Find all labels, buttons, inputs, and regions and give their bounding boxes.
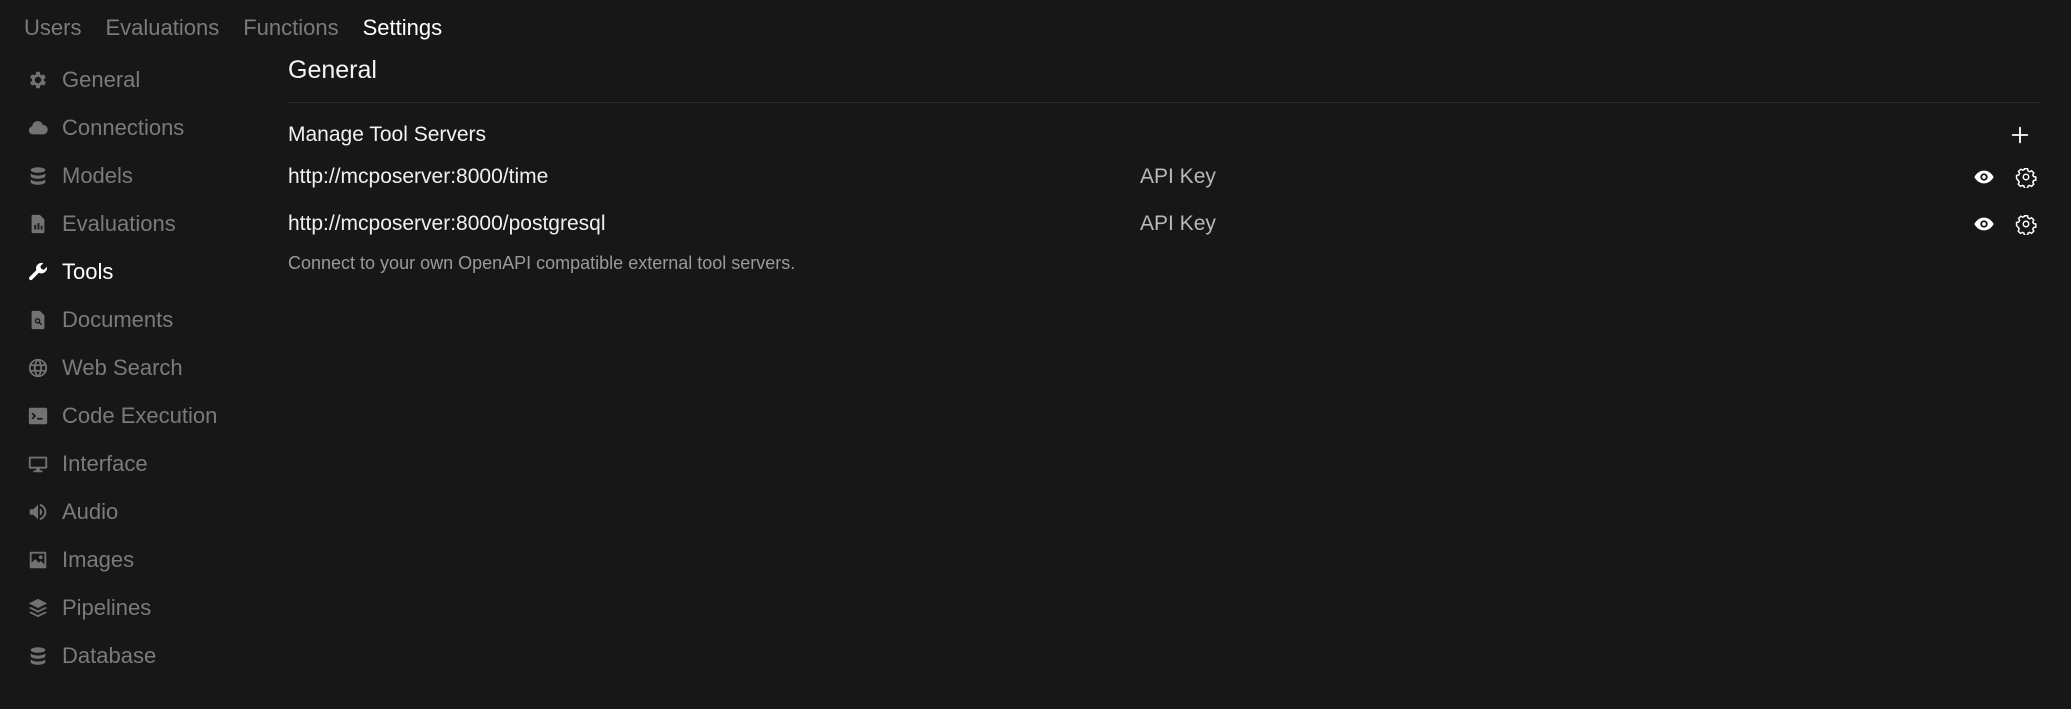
tool-server-row: http://mcposerver:8000/time API Key <box>288 153 2040 200</box>
toggle-key-visibility-button[interactable] <box>1970 210 1998 238</box>
gear-icon <box>2015 214 2037 235</box>
sidebar-item-tools[interactable]: Tools <box>26 248 256 296</box>
settings-sidebar: General Connections Models Evaluations T <box>26 56 256 680</box>
sidebar-item-label: Tools <box>62 259 114 284</box>
manage-tool-servers-header: Manage Tool Servers <box>288 117 2040 153</box>
stack-icon <box>26 164 50 188</box>
speaker-icon <box>26 500 50 524</box>
database-icon <box>26 644 50 668</box>
sidebar-item-database[interactable]: Database <box>26 632 256 680</box>
sidebar-item-label: Interface <box>62 451 148 476</box>
tool-server-settings-button[interactable] <box>2012 163 2040 191</box>
tab-users[interactable]: Users <box>24 12 81 44</box>
sidebar-item-label: Audio <box>62 499 119 524</box>
sidebar-item-label: Models <box>62 163 133 188</box>
sidebar-item-label: Code Execution <box>62 403 218 428</box>
sidebar-item-documents[interactable]: Documents <box>26 296 256 344</box>
monitor-icon <box>26 452 50 476</box>
tool-server-url[interactable]: http://mcposerver:8000/time <box>288 165 1140 189</box>
sidebar-item-label: Connections <box>62 115 185 140</box>
admin-settings-page: Users Evaluations Functions Settings Gen… <box>0 0 2071 709</box>
eye-icon <box>1974 217 1994 230</box>
sidebar-item-label: Pipelines <box>62 595 152 620</box>
tool-servers-help-text: Connect to your own OpenAPI compatible e… <box>288 253 796 273</box>
document-chart-icon <box>26 212 50 236</box>
eye-icon <box>1974 170 1994 183</box>
sidebar-item-label: Documents <box>62 307 174 332</box>
manage-tool-servers-title: Manage Tool Servers <box>288 123 487 146</box>
wrench-icon <box>26 260 50 284</box>
sidebar-item-label: General <box>62 67 141 92</box>
gear-icon <box>2015 167 2037 188</box>
sidebar-item-label: Database <box>62 643 157 668</box>
section-divider <box>288 102 2040 103</box>
sidebar-item-code-execution[interactable]: Code Execution <box>26 392 256 440</box>
tool-server-api-key[interactable]: API Key <box>1140 212 1216 236</box>
sidebar-item-label: Evaluations <box>62 211 176 236</box>
sidebar-item-evaluations[interactable]: Evaluations <box>26 200 256 248</box>
add-tool-server-button[interactable] <box>2006 121 2034 149</box>
sidebar-item-label: Images <box>62 547 135 572</box>
sidebar-item-models[interactable]: Models <box>26 152 256 200</box>
tab-functions[interactable]: Functions <box>243 12 338 44</box>
plus-icon <box>2011 126 2029 144</box>
sidebar-item-audio[interactable]: Audio <box>26 488 256 536</box>
globe-icon <box>26 356 50 380</box>
tool-server-settings-button[interactable] <box>2012 210 2040 238</box>
sidebar-item-label: Web Search <box>62 355 183 380</box>
sidebar-item-pipelines[interactable]: Pipelines <box>26 584 256 632</box>
sidebar-item-images[interactable]: Images <box>26 536 256 584</box>
cloud-icon <box>26 116 50 140</box>
toggle-key-visibility-button[interactable] <box>1970 163 1998 191</box>
sidebar-item-general[interactable]: General <box>26 56 256 104</box>
tool-server-actions <box>1970 153 2040 200</box>
tool-server-row: http://mcposerver:8000/postgresql API Ke… <box>288 200 2040 247</box>
sidebar-item-web-search[interactable]: Web Search <box>26 344 256 392</box>
sidebar-item-interface[interactable]: Interface <box>26 440 256 488</box>
gear-icon <box>26 68 50 92</box>
tab-settings[interactable]: Settings <box>363 12 443 44</box>
layers-icon <box>26 596 50 620</box>
tool-server-actions <box>1970 200 2040 247</box>
tools-settings-panel: General Manage Tool Servers http://mcpos… <box>288 52 2040 274</box>
image-icon <box>26 548 50 572</box>
document-search-icon <box>26 308 50 332</box>
tab-evaluations[interactable]: Evaluations <box>105 12 219 44</box>
top-tabs: Users Evaluations Functions Settings <box>24 12 442 44</box>
sidebar-item-connections[interactable]: Connections <box>26 104 256 152</box>
tool-server-url[interactable]: http://mcposerver:8000/postgresql <box>288 212 1140 236</box>
terminal-icon <box>26 404 50 428</box>
section-title: General <box>288 56 377 84</box>
tool-server-api-key[interactable]: API Key <box>1140 165 1216 189</box>
